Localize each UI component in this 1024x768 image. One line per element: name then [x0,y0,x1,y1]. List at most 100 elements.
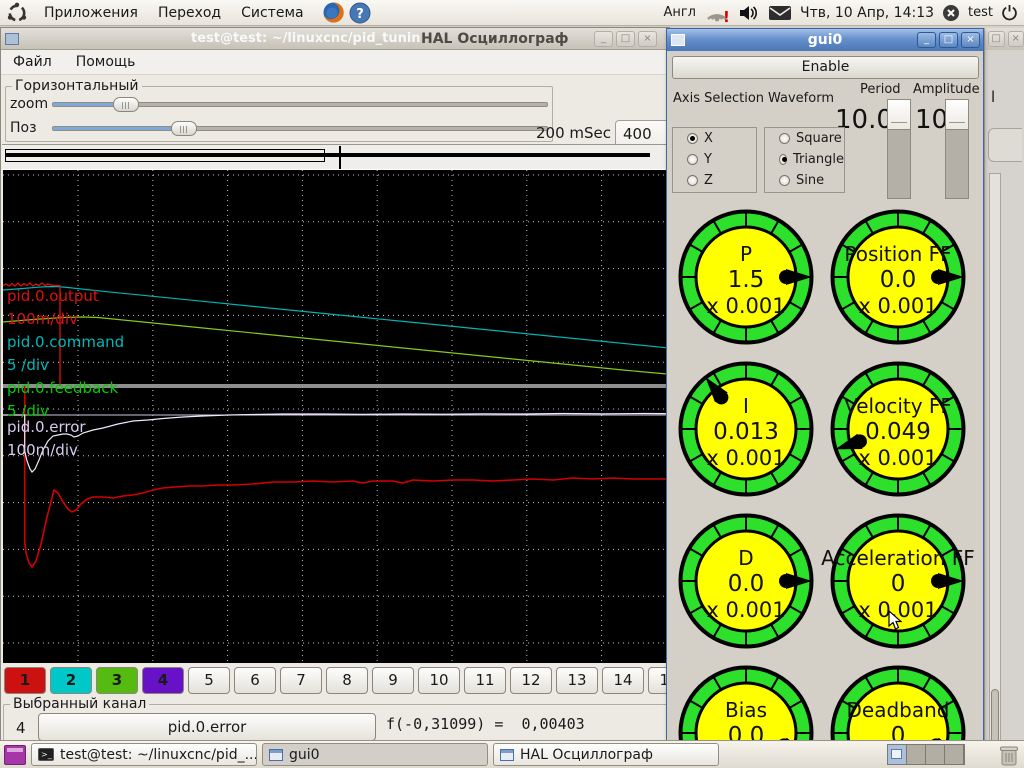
taskbar-button-2[interactable]: HAL Осциллограф [493,743,719,766]
network-icon[interactable]: ! [704,3,730,23]
waveform-radio-square[interactable]: Square [765,128,844,149]
panel-menu-0[interactable]: Приложения [34,3,148,23]
show-desktop-button[interactable] [4,744,26,765]
maximize-button[interactable]: □ [616,31,635,47]
firefox-icon[interactable] [322,1,345,24]
amplitude-slider[interactable] [945,99,969,199]
channel-button-2[interactable]: 2 [50,667,92,694]
channel-button-7[interactable]: 7 [280,667,322,694]
channel-button-14[interactable]: 14 [602,667,644,694]
amplitude-slider-handle[interactable] [946,100,968,130]
oscilloscope-screen[interactable]: pid.0.output 100m/div pid.0.command 5 /div p… [2,170,668,663]
clipped-text-fragment: l [991,88,996,106]
svg-text:Bias: Bias [725,698,767,722]
radio-circle[interactable] [687,175,698,186]
gui0-window-icon [671,34,685,46]
clock[interactable]: Чтв, 10 Апр, 14:13 [800,5,934,21]
distro-logo-icon[interactable] [6,2,28,24]
volume-icon[interactable] [738,4,760,22]
enable-button[interactable]: Enable [672,56,979,79]
workspace-switcher[interactable] [887,744,965,765]
taskbar-button-0[interactable]: >_ test@test: ~/linuxcnc/pid_... [31,743,257,766]
window-icon [269,748,283,761]
waveform-label: Waveform [768,91,834,106]
knob-position-ff[interactable]: Position FF0.0x 0.001 [828,207,968,347]
taskbar-button-label: HAL Осциллограф [520,746,653,763]
radio-circle[interactable] [687,154,698,165]
radio-circle[interactable] [779,175,790,186]
radio-circle[interactable] [687,133,698,144]
svg-text:0.0: 0.0 [880,267,917,293]
bg-maximize-button[interactable]: □ [988,31,1005,47]
period-slider[interactable] [887,99,911,199]
axis-radio-x[interactable]: X [673,128,756,149]
halscope-window: test@test: ~/linuxcnc/pid_tunin HAL Осци… [0,27,675,768]
top-panel: Приложения Переход Система ? Англ ! Чтв, 1… [0,0,1024,26]
svg-text:x 0.001: x 0.001 [858,446,937,470]
axis-selection-group: XYZ [672,127,757,193]
user-switcher-icon[interactable] [942,4,960,22]
channel-button-3[interactable]: 3 [96,667,138,694]
trace-label-0: pid.0.output [7,287,99,305]
workspace-1[interactable] [888,745,907,764]
zoom-slider-handle[interactable] [113,96,139,112]
user-name[interactable]: test [968,5,993,20]
channel-button-12[interactable]: 12 [510,667,552,694]
svg-text:P: P [740,242,752,266]
waveform-radio-sine[interactable]: Sine [765,170,844,191]
help-icon[interactable]: ? [349,2,371,24]
halscope-title: HAL Осциллограф [421,31,569,47]
workspace-4[interactable] [945,745,964,764]
background-scrollbar[interactable] [989,173,1001,763]
gui0-window: gui0 _ □ × Enable Axis Selection Wavefor… [666,28,984,757]
svg-text:?: ? [356,7,364,22]
close-button[interactable]: × [638,31,657,47]
halscope-titlebar[interactable]: test@test: ~/linuxcnc/pid_tunin HAL Осци… [1,28,669,50]
pos-slider-handle[interactable] [171,120,197,136]
gui0-titlebar[interactable]: gui0 _ □ × [667,29,983,51]
channel-button-1[interactable]: 1 [4,667,46,694]
channel-button-8[interactable]: 8 [326,667,368,694]
knob-d[interactable]: D0.0x 0.001 [676,511,816,651]
channel-button-4[interactable]: 4 [142,667,184,694]
svg-text:x 0.001: x 0.001 [706,294,785,318]
trash-icon[interactable] [998,743,1020,767]
knob-velocity-ff[interactable]: Velocity FF0.049x 0.001 [828,359,968,499]
gui0-minimize-button[interactable]: _ [917,32,936,48]
bg-close-button[interactable]: × [1007,31,1024,47]
waveform-radio-triangle[interactable]: Triangle [765,149,844,170]
period-slider-handle[interactable] [888,100,910,130]
power-icon[interactable] [1001,4,1018,21]
knob-i[interactable]: I0.013x 0.001 [676,359,816,499]
workspace-3[interactable] [926,745,945,764]
workspace-2[interactable] [907,745,926,764]
panel-menu-1[interactable]: Переход [148,3,231,23]
channel-button-10[interactable]: 10 [418,667,460,694]
pos-slider[interactable] [52,120,548,136]
record-fill-line [6,153,650,157]
keyboard-layout-indicator[interactable]: Англ [663,5,696,20]
taskbar-button-1[interactable]: gui0 [262,743,488,766]
channel-button-6[interactable]: 6 [234,667,276,694]
minimize-button[interactable]: _ [594,31,613,47]
knob-p[interactable]: P1.5x 0.001 [676,207,816,347]
axis-radio-y[interactable]: Y [673,149,756,170]
zoom-slider[interactable] [52,96,548,112]
radio-circle[interactable] [779,154,787,165]
gui0-close-button[interactable]: × [961,32,980,48]
channel-button-5[interactable]: 5 [188,667,230,694]
radio-label: Z [704,173,713,188]
mail-icon[interactable] [768,5,792,21]
svg-text:Deadband: Deadband [847,698,950,722]
channel-button-9[interactable]: 9 [372,667,414,694]
svg-text:0: 0 [891,571,906,597]
scope-menu-1[interactable]: Помощь [64,51,148,73]
selected-signal-button[interactable]: pid.0.error [38,713,376,741]
radio-circle[interactable] [779,133,790,144]
gui0-maximize-button[interactable]: □ [939,32,958,48]
channel-button-13[interactable]: 13 [556,667,598,694]
scope-menu-0[interactable]: Файл [1,51,64,73]
axis-radio-z[interactable]: Z [673,170,756,191]
panel-menu-2[interactable]: Система [231,3,313,23]
channel-button-11[interactable]: 11 [464,667,506,694]
